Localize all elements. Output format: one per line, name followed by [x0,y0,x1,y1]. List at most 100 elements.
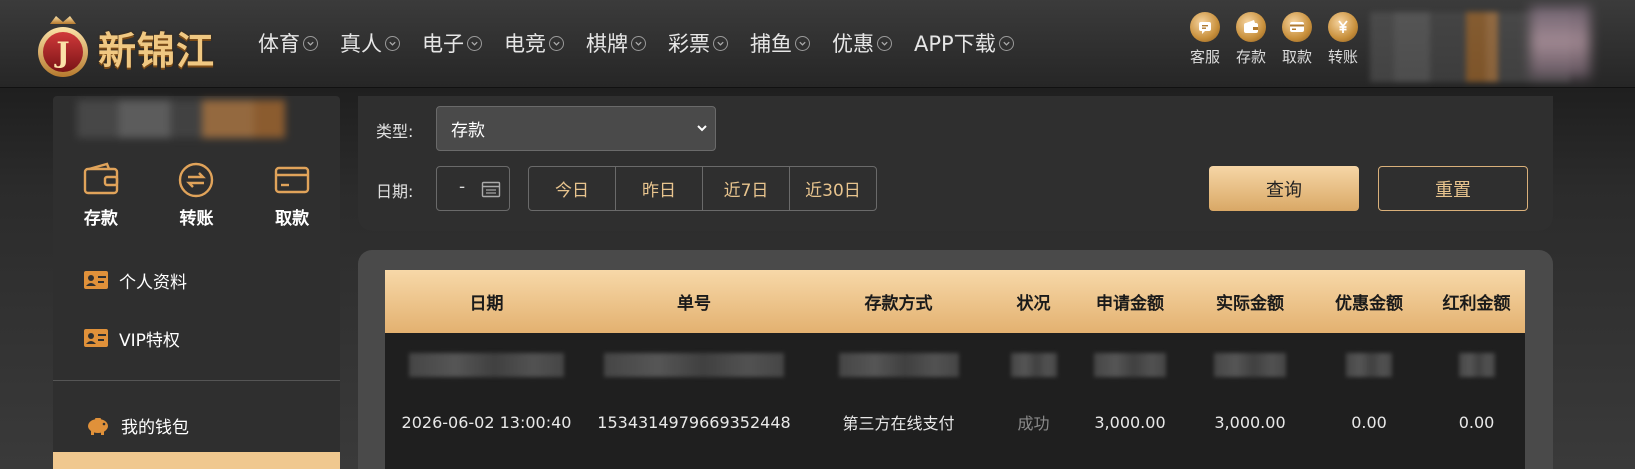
nav-item-cards[interactable]: 棋牌 [586,26,646,60]
nav-label: 电子 [422,32,464,56]
sidebar-action-label: 存款 [83,209,118,229]
quick-deposit[interactable]: 存款 [1228,12,1274,67]
nav-item-sports[interactable]: 体育 [258,26,318,60]
chevron-down-icon [877,35,892,51]
yuan-icon [1328,12,1358,42]
cell-applied-amount: 3,000.00 [1094,412,1166,432]
quick-customer-service[interactable]: 客服 [1182,12,1228,67]
range-today-button[interactable]: 今日 [528,166,616,211]
sidebar-withdraw-button[interactable]: 取款 [257,160,327,229]
nav-label: 捕鱼 [750,32,792,56]
date-range-picker[interactable]: - [436,166,510,211]
quick-transfer[interactable]: 转账 [1320,12,1366,67]
redacted-cell [409,353,564,377]
chevron-down-icon [467,35,482,51]
sidebar-item-label: 个人资料 [119,272,187,293]
brand-name: 新锦江 [98,29,216,73]
column-header: 申请金额 [1096,294,1164,314]
nav-label: 彩票 [668,32,710,56]
chevron-down-icon [697,125,707,132]
nav-item-lottery[interactable]: 彩票 [668,26,728,60]
column-header: 单号 [677,294,711,314]
filter-panel: 类型: 存款 日期: - 今日 昨日 近7日 近30日 查询 重置 [358,96,1553,231]
sidebar-item-profile[interactable]: 个人资料 [53,251,340,309]
wallet-icon [1236,12,1266,42]
card-icon [1282,12,1312,42]
type-label: 类型: [376,122,414,141]
cell-bonus-amount: 0.00 [1458,412,1495,432]
redacted-cell [838,353,959,377]
transfer-icon [179,162,214,198]
vip-card-icon [83,327,109,349]
nav-label: 电竞 [504,32,546,56]
sidebar-action-label: 取款 [275,209,310,229]
wallet-icon [83,162,119,195]
cell-method: 第三方在线支付 [842,414,955,433]
nav-label: 体育 [258,32,300,56]
cell-date: 2026-06-02 13:00:40 [401,412,572,432]
chevron-down-icon [549,35,564,51]
cell-order-no: 1534314979669352448 [597,412,791,432]
id-card-icon [83,269,109,291]
range-7days-button[interactable]: 近7日 [702,166,790,211]
calendar-icon [481,181,501,198]
nav-item-slots[interactable]: 电子 [422,26,482,60]
quick-label: 客服 [1189,48,1220,66]
cell-promo-amount: 0.00 [1351,412,1387,432]
nav-item-app-download[interactable]: APP下载 [914,26,1014,60]
chevron-down-icon [631,35,646,51]
nav-item-esports[interactable]: 电竞 [504,26,564,60]
sidebar-item-label: 我的钱包 [121,417,189,438]
sidebar-deposit-button[interactable]: 存款 [66,160,136,229]
sidebar-divider [53,380,340,381]
sidebar-transfer-button[interactable]: 转账 [161,160,231,229]
nav-item-promotions[interactable]: 优惠 [832,26,892,60]
chevron-down-icon [795,35,810,51]
reset-button[interactable]: 重置 [1378,166,1528,211]
card-icon [274,166,310,194]
column-header: 日期 [469,294,504,314]
sidebar-item-active[interactable] [53,452,340,469]
sidebar-item-label: VIP特权 [119,330,180,351]
redacted-cell [604,353,784,377]
chevron-down-icon [303,35,318,51]
column-header: 存款方式 [864,294,933,314]
range-30days-button[interactable]: 近30日 [789,166,877,211]
column-header: 优惠金额 [1335,294,1403,314]
top-header: J 新锦江 体育 真人 电子 电竞 棋牌 彩票 捕鱼 优惠 APP下载 客服 存… [0,0,1635,88]
type-select[interactable]: 存款 [436,106,716,151]
date-placeholder: - [459,177,466,197]
type-select-value: 存款 [451,121,485,141]
sidebar-item-wallet[interactable]: 我的钱包 [53,396,340,454]
redacted-cell [1214,353,1286,377]
column-header: 实际金额 [1216,294,1284,314]
range-yesterday-button[interactable]: 昨日 [615,166,703,211]
table-row[interactable]: 2026-06-02 13:00:40 1534314979669352448 … [385,407,1525,437]
nav-item-fishing[interactable]: 捕鱼 [750,26,810,60]
nav-label: APP下载 [914,32,996,56]
brand-logo[interactable]: J 新锦江 [32,6,237,82]
nav-label: 优惠 [832,32,874,56]
crown-shield-icon: J [38,16,88,77]
nav-item-live[interactable]: 真人 [340,26,400,60]
date-label: 日期: [376,182,414,201]
quick-label: 存款 [1235,48,1266,66]
chevron-down-icon [385,35,400,51]
cell-actual-amount: 3,000.00 [1214,412,1286,432]
column-header: 状况 [1016,294,1051,314]
redacted-cell [1094,353,1166,377]
nav-label: 真人 [340,32,382,56]
sidebar-user-redacted [77,100,285,138]
column-header: 红利金额 [1442,294,1511,314]
main-nav: 体育 真人 电子 电竞 棋牌 彩票 捕鱼 优惠 APP下载 [258,26,1036,60]
chevron-down-icon [713,35,728,51]
quick-label: 转账 [1327,48,1358,66]
avatar[interactable] [1530,6,1590,78]
sidebar-item-vip[interactable]: VIP特权 [53,309,340,367]
quick-withdraw[interactable]: 取款 [1274,12,1320,67]
status-badge: 成功 [1017,414,1050,433]
quick-actions: 客服 存款 取款 转账 [1182,12,1366,67]
piggy-bank-icon [85,414,111,436]
query-button[interactable]: 查询 [1209,166,1359,211]
quick-label: 取款 [1281,48,1312,66]
